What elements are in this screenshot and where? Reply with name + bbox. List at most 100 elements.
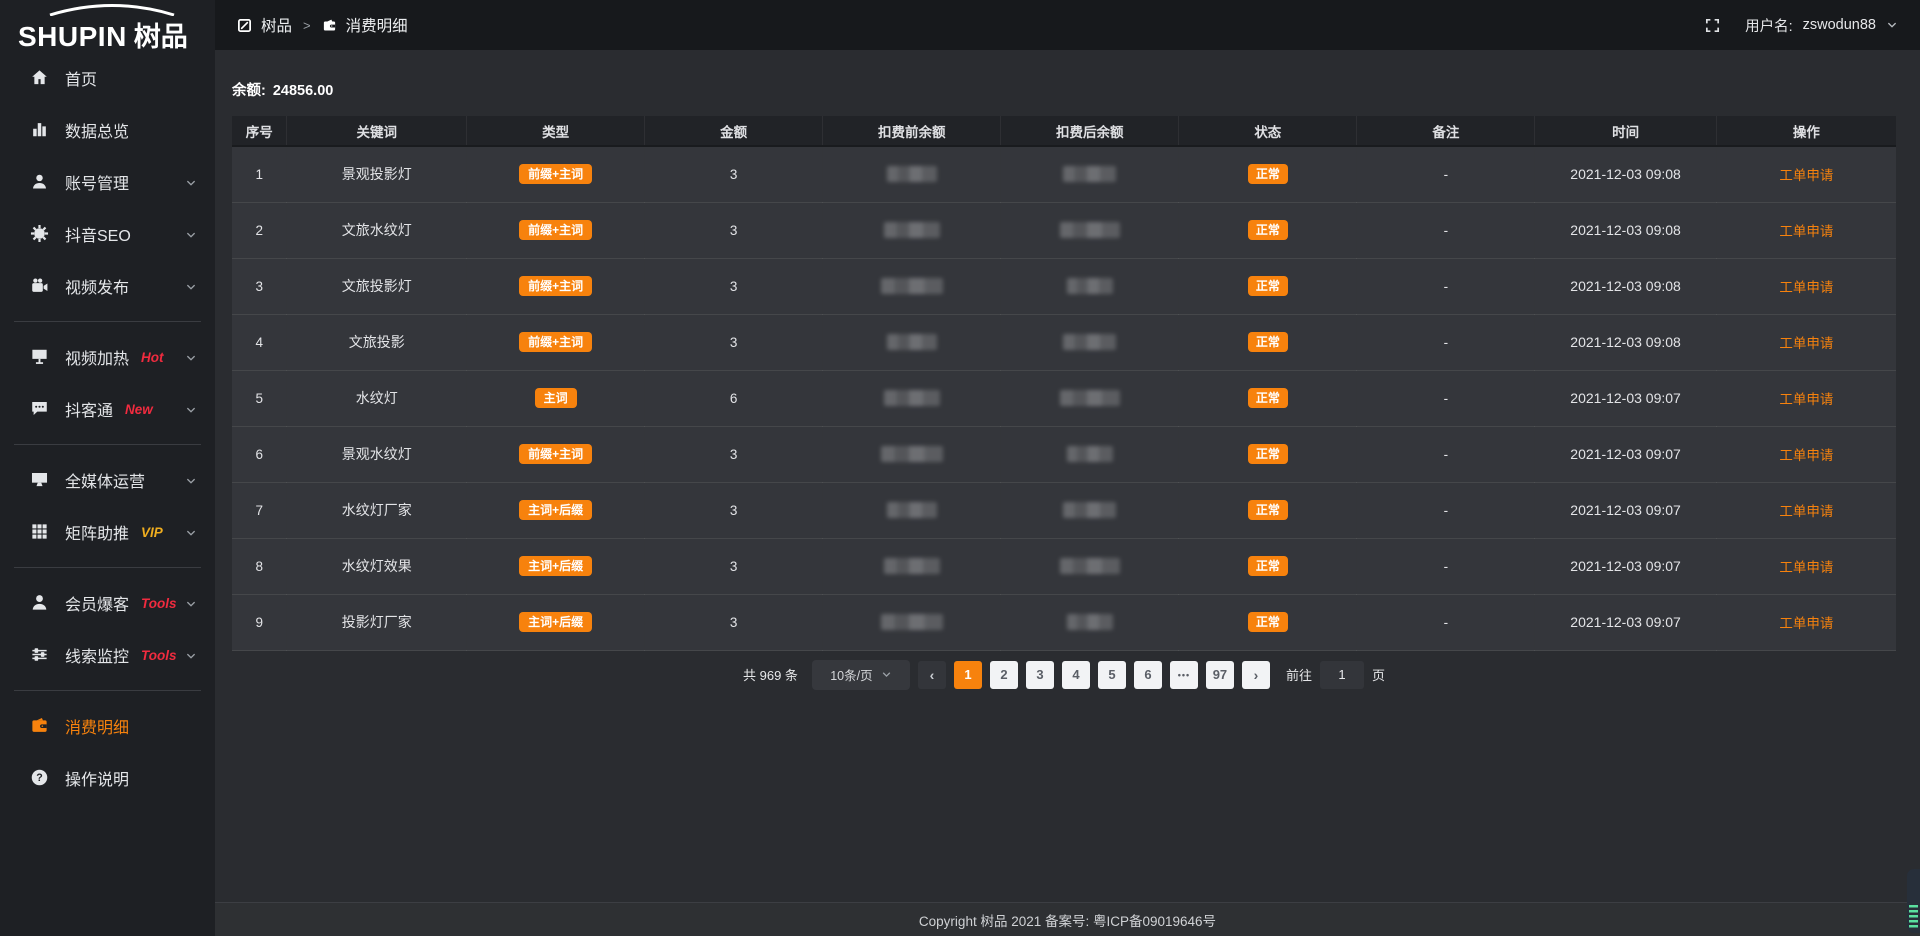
masked-value xyxy=(1063,166,1116,182)
time-cell: 2021-12-03 09:07 xyxy=(1535,538,1716,594)
sidebar-item-video-camera[interactable]: 视频发布 xyxy=(0,260,215,312)
sidebar-item-monitor[interactable]: 全媒体运营 xyxy=(0,454,215,506)
masked-value xyxy=(1067,446,1113,462)
sidebar-item-gear[interactable]: 抖音SEO xyxy=(0,208,215,260)
status-cell: 正常 xyxy=(1179,538,1357,594)
brand-logo-text: SHUPIN xyxy=(18,21,127,52)
masked-value xyxy=(887,166,937,182)
sidebar-item-home[interactable]: 首页 xyxy=(0,52,215,104)
page-button-2[interactable]: 2 xyxy=(990,661,1018,689)
bar-chart-icon xyxy=(30,120,50,140)
row-index: 6 xyxy=(232,426,287,482)
sidebar-item-badge: Hot xyxy=(141,350,164,365)
row-index: 7 xyxy=(232,482,287,538)
brand-logo[interactable]: SHUPIN树品 xyxy=(0,0,215,52)
balance-after-cell xyxy=(1001,202,1179,258)
action-cell: 工单申请 xyxy=(1716,314,1896,370)
work-order-link[interactable]: 工单申请 xyxy=(1779,616,1833,631)
type-cell: 前缀+主词 xyxy=(467,146,645,202)
amount-cell: 3 xyxy=(645,146,823,202)
username-value[interactable]: zswodun88 xyxy=(1803,17,1876,33)
status-cell: 正常 xyxy=(1179,146,1357,202)
masked-value xyxy=(1063,334,1116,350)
balance-before-cell xyxy=(823,314,1001,370)
action-cell: 工单申请 xyxy=(1716,202,1896,258)
sidebar-item-member[interactable]: 会员爆客Tools xyxy=(0,577,215,629)
balance-before-cell xyxy=(823,426,1001,482)
column-header: 扣费前余额 xyxy=(823,116,1001,146)
sidebar-item-comment[interactable]: 抖客通New xyxy=(0,383,215,435)
masked-value xyxy=(884,390,940,406)
balance-before-cell xyxy=(823,202,1001,258)
keyword-cell: 文旅投影灯 xyxy=(287,258,467,314)
page-size-select[interactable]: 10条/页 xyxy=(812,660,910,690)
status-cell: 正常 xyxy=(1179,594,1357,650)
type-cell: 主词+后缀 xyxy=(467,482,645,538)
work-order-link[interactable]: 工单申请 xyxy=(1779,336,1833,351)
work-order-link[interactable]: 工单申请 xyxy=(1779,224,1833,239)
type-badge: 主词+后缀 xyxy=(519,500,592,520)
balance-before-cell xyxy=(823,258,1001,314)
masked-value xyxy=(1060,558,1120,574)
chevron-down-icon[interactable] xyxy=(1886,19,1898,31)
action-cell: 工单申请 xyxy=(1716,594,1896,650)
time-cell: 2021-12-03 09:08 xyxy=(1535,258,1716,314)
remark-cell: - xyxy=(1357,146,1535,202)
remark-cell: - xyxy=(1357,370,1535,426)
work-order-link[interactable]: 工单申请 xyxy=(1779,504,1833,519)
user-area: 用户名: zswodun88 xyxy=(1704,15,1898,36)
type-badge: 前缀+主词 xyxy=(519,332,592,352)
row-index: 3 xyxy=(232,258,287,314)
page-button-3[interactable]: 3 xyxy=(1026,661,1054,689)
page-button-5[interactable]: 5 xyxy=(1098,661,1126,689)
status-badge: 正常 xyxy=(1248,556,1288,576)
page-button-1[interactable]: 1 xyxy=(954,661,982,689)
keyword-cell: 水纹灯 xyxy=(287,370,467,426)
corner-widget[interactable] xyxy=(1907,869,1920,933)
sidebar-item-sliders[interactable]: 线索监控Tools xyxy=(0,629,215,681)
monitor-icon xyxy=(30,470,50,490)
page-button-6[interactable]: 6 xyxy=(1134,661,1162,689)
breadcrumb-root[interactable]: 树品 xyxy=(261,14,292,36)
balance-before-cell xyxy=(823,594,1001,650)
action-cell: 工单申请 xyxy=(1716,426,1896,482)
column-header: 备注 xyxy=(1357,116,1535,146)
prev-page-button[interactable]: ‹ xyxy=(918,661,946,689)
table-row: 7水纹灯厂家主词+后缀3正常-2021-12-03 09:07工单申请 xyxy=(232,482,1896,538)
sidebar-item-grid[interactable]: 矩阵助推VIP xyxy=(0,506,215,558)
type-cell: 主词 xyxy=(467,370,645,426)
row-index: 4 xyxy=(232,314,287,370)
fullscreen-icon[interactable] xyxy=(1704,17,1721,34)
work-order-link[interactable]: 工单申请 xyxy=(1779,168,1833,183)
balance-after-cell xyxy=(1001,426,1179,482)
column-header: 关键词 xyxy=(287,116,467,146)
page-button-4[interactable]: 4 xyxy=(1062,661,1090,689)
status-cell: 正常 xyxy=(1179,482,1357,538)
sidebar-item-bar-chart[interactable]: 数据总览 xyxy=(0,104,215,156)
action-cell: 工单申请 xyxy=(1716,146,1896,202)
goto-page-input[interactable] xyxy=(1320,661,1364,689)
next-page-button[interactable]: › xyxy=(1242,661,1270,689)
action-cell: 工单申请 xyxy=(1716,538,1896,594)
page-ellipsis-button[interactable]: ••• xyxy=(1170,661,1198,689)
masked-value xyxy=(881,614,943,630)
sidebar-item-screen[interactable]: 视频加热Hot xyxy=(0,331,215,383)
work-order-link[interactable]: 工单申请 xyxy=(1779,448,1833,463)
sidebar-item-question[interactable]: ?操作说明 xyxy=(0,752,215,804)
sidebar-item-label: 矩阵助推 xyxy=(65,520,129,544)
work-order-link[interactable]: 工单申请 xyxy=(1779,392,1833,407)
time-cell: 2021-12-03 09:08 xyxy=(1535,202,1716,258)
sidebar-item-label: 抖客通 xyxy=(65,397,113,421)
work-order-link[interactable]: 工单申请 xyxy=(1779,280,1833,295)
page-button-97[interactable]: 97 xyxy=(1206,661,1234,689)
pagination: 共 969 条 10条/页 ‹ 123456•••97 › 前往 页 xyxy=(232,660,1896,690)
remark-cell: - xyxy=(1357,202,1535,258)
work-order-link[interactable]: 工单申请 xyxy=(1779,560,1833,575)
balance-after-cell xyxy=(1001,482,1179,538)
status-badge: 正常 xyxy=(1248,444,1288,464)
sidebar-item-wallet[interactable]: 消费明细 xyxy=(0,700,215,752)
action-cell: 工单申请 xyxy=(1716,258,1896,314)
copyright-text: Copyright 树品 2021 备案号: 粤ICP备09019646号 xyxy=(919,910,1216,930)
sidebar-item-user[interactable]: 账号管理 xyxy=(0,156,215,208)
type-cell: 前缀+主词 xyxy=(467,426,645,482)
